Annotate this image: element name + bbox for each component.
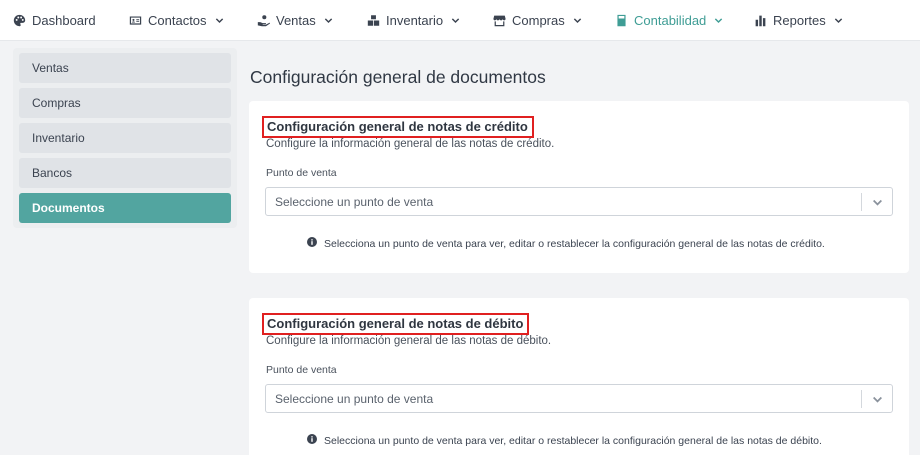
sidebar-item-documentos[interactable]: Documentos bbox=[19, 193, 231, 223]
section-description: Configure la información general de las … bbox=[266, 138, 555, 150]
calculator-icon bbox=[614, 14, 628, 28]
top-navigation: Dashboard Contactos Ventas Inventario Co… bbox=[0, 0, 920, 41]
nav-item-inventario[interactable]: Inventario bbox=[366, 0, 460, 41]
nav-label: Compras bbox=[512, 13, 565, 28]
section-description: Configure la información general de las … bbox=[266, 335, 552, 347]
point-of-sale-label: Punto de venta bbox=[266, 167, 337, 179]
sidebar-item-bancos[interactable]: Bancos bbox=[19, 158, 231, 188]
chevron-down-icon[interactable] bbox=[872, 197, 883, 208]
contact-card-icon bbox=[128, 14, 142, 28]
boxes-icon bbox=[366, 14, 380, 28]
point-of-sale-select[interactable]: Seleccione un punto de venta bbox=[265, 187, 893, 216]
sidebar-item-ventas[interactable]: Ventas bbox=[19, 53, 231, 83]
nav-item-contactos[interactable]: Contactos bbox=[128, 0, 224, 41]
chevron-down-icon bbox=[451, 16, 460, 25]
nav-label: Ventas bbox=[276, 13, 316, 28]
section-title: Configuración general de notas de crédit… bbox=[262, 116, 534, 138]
nav-item-compras[interactable]: Compras bbox=[492, 0, 582, 41]
sidebar-item-inventario[interactable]: Inventario bbox=[19, 123, 231, 153]
sidebar: Ventas Compras Inventario Bancos Documen… bbox=[13, 48, 237, 228]
nav-item-contabilidad[interactable]: Contabilidad bbox=[614, 0, 723, 41]
nav-item-ventas[interactable]: Ventas bbox=[256, 0, 333, 41]
nav-item-dashboard[interactable]: Dashboard bbox=[12, 0, 96, 41]
chevron-down-icon bbox=[215, 16, 224, 25]
nav-label: Reportes bbox=[773, 13, 826, 28]
point-of-sale-select[interactable]: Seleccione un punto de venta bbox=[265, 384, 893, 413]
info-text: Selecciona un punto de venta para ver, e… bbox=[324, 237, 825, 250]
info-text: Selecciona un punto de venta para ver, e… bbox=[324, 434, 822, 447]
debit-notes-section: Configuración general de notas de débito… bbox=[249, 298, 909, 455]
chevron-down-icon bbox=[834, 16, 843, 25]
info-message: Selecciona un punto de venta para ver, e… bbox=[307, 237, 825, 250]
info-icon bbox=[307, 434, 317, 447]
store-icon bbox=[492, 14, 506, 28]
nav-label: Contactos bbox=[148, 13, 207, 28]
section-title: Configuración general de notas de débito bbox=[262, 313, 530, 335]
select-placeholder: Seleccione un punto de venta bbox=[275, 194, 434, 209]
chevron-down-icon bbox=[324, 16, 333, 25]
page-title: Configuración general de documentos bbox=[250, 67, 546, 87]
info-icon bbox=[307, 237, 317, 250]
bar-chart-icon bbox=[753, 14, 767, 28]
hand-coin-icon bbox=[256, 14, 270, 28]
select-separator bbox=[861, 193, 862, 211]
chevron-down-icon bbox=[714, 16, 723, 25]
point-of-sale-label: Punto de venta bbox=[266, 364, 337, 376]
nav-label: Contabilidad bbox=[634, 13, 707, 28]
chevron-down-icon[interactable] bbox=[872, 394, 883, 405]
nav-item-reportes[interactable]: Reportes bbox=[753, 0, 843, 41]
nav-label: Dashboard bbox=[32, 13, 96, 28]
nav-label: Inventario bbox=[386, 13, 444, 28]
select-placeholder: Seleccione un punto de venta bbox=[275, 391, 434, 406]
chevron-down-icon bbox=[573, 16, 582, 25]
sidebar-item-compras[interactable]: Compras bbox=[19, 88, 231, 118]
credit-notes-section: Configuración general de notas de crédit… bbox=[249, 101, 909, 273]
info-message: Selecciona un punto de venta para ver, e… bbox=[307, 434, 822, 447]
palette-icon bbox=[12, 14, 26, 28]
select-separator bbox=[861, 390, 862, 408]
